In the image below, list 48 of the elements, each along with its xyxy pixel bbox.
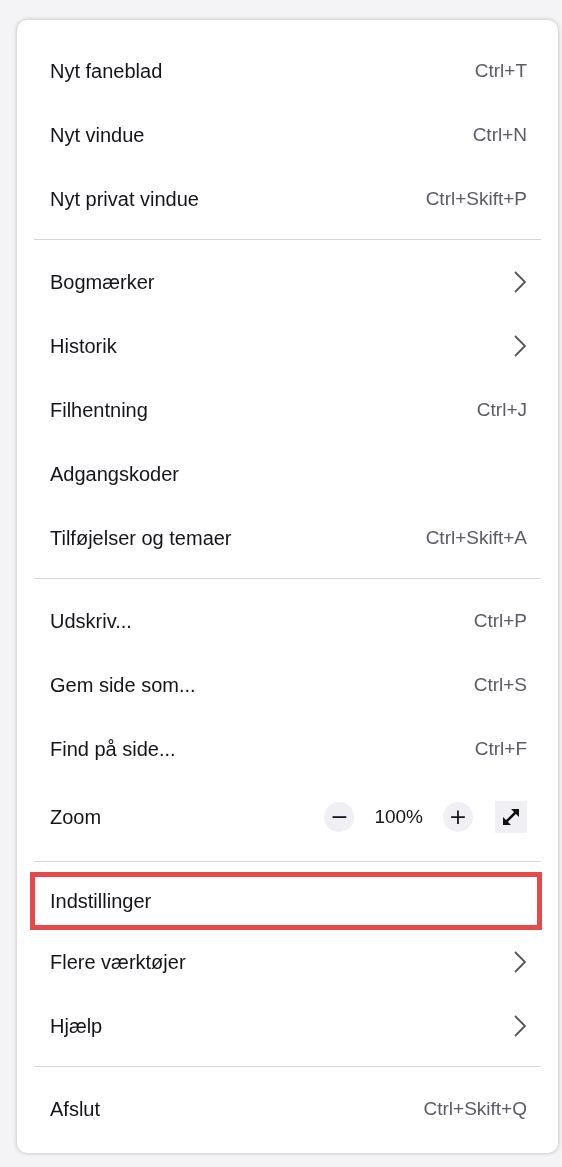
- shortcut-text: Ctrl+T: [474, 60, 527, 82]
- zoom-out-button[interactable]: −: [324, 802, 355, 832]
- menu-item[interactable]: Adgangskoder: [17, 442, 558, 506]
- shortcut-text: Ctrl+S: [473, 674, 527, 696]
- menu-item[interactable]: Filhentning Ctrl+J: [17, 378, 558, 442]
- menu-item[interactable]: Afslut Ctrl+Skift+Q: [17, 1077, 558, 1141]
- menu-item[interactable]: Bogmærker: [17, 250, 558, 314]
- menu-item-label: Zoom: [50, 805, 103, 829]
- shortcut-text: Ctrl+F: [474, 738, 527, 760]
- menu-item-label: Historik: [50, 334, 118, 358]
- menu-item-label: Find på side...: [50, 737, 177, 761]
- menu-item-label: Afslut: [50, 1097, 102, 1121]
- menu-item-label: Nyt faneblad: [50, 59, 164, 83]
- menu-item[interactable]: Gem side som... Ctrl+S: [17, 653, 558, 717]
- shortcut-text: Ctrl+P: [473, 610, 527, 632]
- menu-item[interactable]: Nyt faneblad Ctrl+T: [17, 39, 558, 103]
- menu-item[interactable]: Tilføjelser og temaer Ctrl+Skift+A: [17, 506, 558, 570]
- menu-item-label: Tilføjelser og temaer: [50, 526, 233, 550]
- menu-item-label: Adgangskoder: [50, 462, 180, 486]
- menu-item-label: Gem side som...: [50, 673, 197, 697]
- chevron-right-icon: [513, 270, 527, 294]
- menu-item-label: Nyt privat vindue: [50, 187, 200, 211]
- menu-item[interactable]: Nyt vindue Ctrl+N: [17, 103, 558, 167]
- menu-item-label: Filhentning: [50, 398, 149, 422]
- shortcut-text: Ctrl+Skift+Q: [423, 1098, 527, 1120]
- menu-item[interactable]: Historik: [17, 314, 558, 378]
- menu-item-label: Bogmærker: [50, 270, 156, 294]
- shortcut-text: Ctrl+Skift+P: [425, 188, 527, 210]
- fullscreen-button[interactable]: [495, 801, 527, 833]
- menu-item-label: Indstillinger: [50, 889, 153, 913]
- menu-item[interactable]: Nyt privat vindue Ctrl+Skift+P: [17, 167, 558, 231]
- zoom-level[interactable]: 100%: [374, 806, 423, 828]
- menu-item-label: Hjælp: [50, 1014, 104, 1038]
- menu-item[interactable]: Flere værktøjer: [17, 930, 558, 994]
- shortcut-text: Ctrl+Skift+A: [425, 527, 527, 549]
- shortcut-text: Ctrl+N: [472, 124, 527, 146]
- menu-item-label: Nyt vindue: [50, 123, 146, 147]
- chevron-right-icon: [513, 334, 527, 358]
- menu-item-label: Udskriv...: [50, 609, 133, 633]
- menu-item[interactable]: Indstillinger: [30, 872, 542, 930]
- menu-item[interactable]: Udskriv... Ctrl+P: [17, 589, 558, 653]
- menu-item[interactable]: Hjælp: [17, 994, 558, 1058]
- menu-item[interactable]: Find på side... Ctrl+F: [17, 717, 558, 781]
- chevron-right-icon: [513, 950, 527, 974]
- zoom-in-button[interactable]: +: [443, 802, 473, 832]
- shortcut-text: Ctrl+J: [476, 399, 527, 421]
- chevron-right-icon: [513, 1014, 527, 1038]
- menu-item-label: Flere værktøjer: [50, 950, 187, 974]
